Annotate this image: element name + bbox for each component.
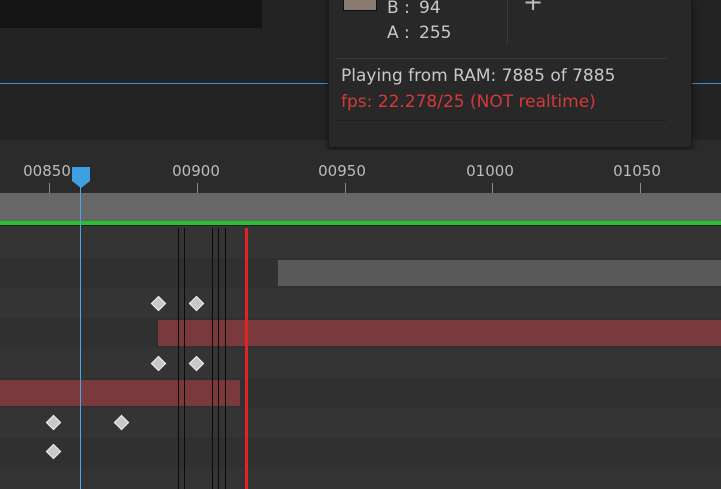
marker-line (218, 228, 219, 489)
info-panel: B : 94 A : 255 + Playing from RAM: 7885 … (328, 0, 692, 148)
work-area-bar[interactable] (0, 193, 721, 221)
layer-row[interactable] (0, 226, 721, 258)
playhead-line[interactable] (80, 176, 81, 489)
info-separator (337, 58, 667, 59)
plus-icon: + (523, 0, 544, 16)
color-swatch (343, 0, 377, 11)
keyframe-diamond-icon[interactable] (113, 414, 130, 431)
layer-row[interactable] (0, 378, 721, 408)
marker-line (184, 228, 185, 489)
viewer-image (0, 0, 262, 28)
property-row[interactable] (0, 288, 721, 318)
layer-row[interactable] (0, 318, 721, 348)
info-bottom-divider (337, 120, 667, 121)
ruler-label: 01050 (613, 162, 661, 180)
layer-row[interactable] (0, 468, 721, 489)
ruler-tick (640, 183, 641, 193)
keyframe-diamond-icon[interactable] (188, 355, 205, 372)
keyframe-diamond-icon[interactable] (45, 414, 62, 431)
time-ruler[interactable]: 00850 00900 00950 01000 01050 (0, 150, 721, 193)
ram-preview-status: Playing from RAM: 7885 of 7885 (341, 66, 616, 86)
keyframe-diamond-icon[interactable] (150, 295, 167, 312)
layer-duration-bar[interactable] (0, 380, 240, 406)
ruler-label: 00900 (172, 162, 220, 180)
a-label: A : (387, 23, 410, 43)
property-row[interactable] (0, 438, 721, 468)
ruler-tick (492, 183, 493, 193)
ruler-tick (345, 183, 346, 193)
playhead-marker-icon[interactable] (72, 167, 90, 181)
ruler-label: 00850 (23, 162, 71, 180)
keyframe-diamond-icon[interactable] (188, 295, 205, 312)
ruler-tick (49, 183, 50, 193)
ruler-label: 00950 (318, 162, 366, 180)
fps-status: fps: 22.278/25 (NOT realtime) (341, 92, 596, 112)
layer-duration-bar[interactable] (278, 260, 721, 286)
layer-duration-bar[interactable] (158, 320, 721, 346)
info-divider (507, 0, 508, 44)
b-value: 94 (419, 0, 441, 18)
a-value: 255 (419, 23, 452, 43)
b-label: B : (387, 0, 410, 18)
playhead-marker-tip (72, 181, 90, 188)
ruler-tick (197, 183, 198, 193)
property-row[interactable] (0, 408, 721, 438)
property-row[interactable] (0, 348, 721, 378)
current-time-indicator[interactable] (245, 228, 248, 489)
keyframe-diamond-icon[interactable] (150, 355, 167, 372)
keyframe-diamond-icon[interactable] (45, 443, 62, 460)
marker-line (178, 228, 179, 489)
layer-row[interactable] (0, 258, 721, 288)
ruler-label: 01000 (466, 162, 514, 180)
marker-line (212, 228, 213, 489)
marker-line (225, 228, 226, 489)
